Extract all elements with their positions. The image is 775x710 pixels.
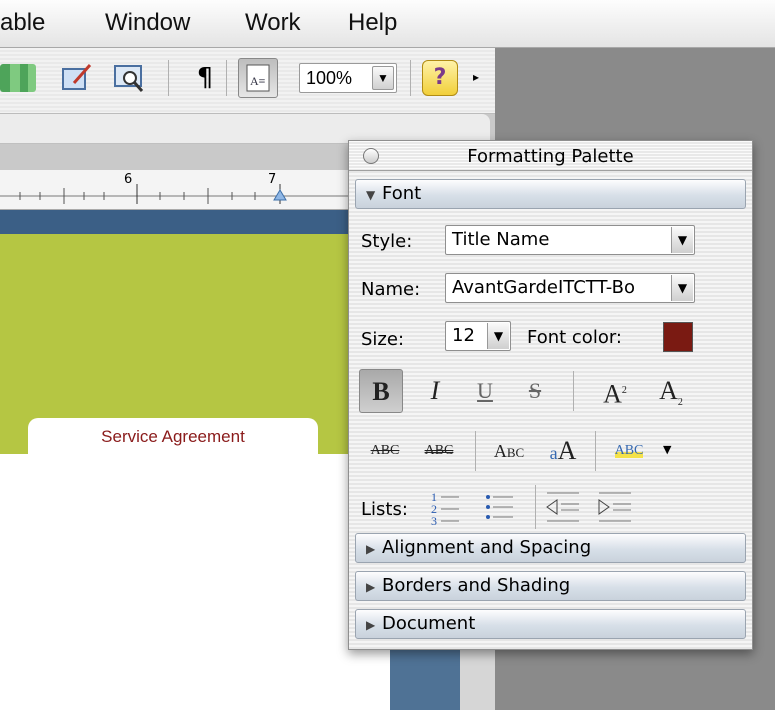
toolbar-separator xyxy=(410,60,411,96)
style-select[interactable]: Title Name ▼ xyxy=(445,225,695,255)
decrease-indent-glyph xyxy=(546,492,579,522)
chevron-down-icon[interactable]: ▼ xyxy=(671,227,693,253)
toolbar-separator xyxy=(168,60,169,96)
strikethrough-button[interactable]: S xyxy=(513,369,557,413)
increase-indent-icon[interactable] xyxy=(595,487,635,527)
superscript-button[interactable]: A2 xyxy=(593,369,637,413)
alignment-section-header[interactable]: ▶ Alignment and Spacing xyxy=(355,533,746,563)
bulleted-list-icon[interactable] xyxy=(483,487,523,527)
ruler-mark-6: 6 xyxy=(124,172,133,187)
horizontal-ruler[interactable]: 6 7 xyxy=(0,170,350,210)
borders-section-header[interactable]: ▶ Borders and Shading xyxy=(355,571,746,601)
zoom-select[interactable]: 100% ▼ xyxy=(299,63,397,93)
numbered-list-glyph: 123 xyxy=(431,490,459,528)
svg-text:A≡: A≡ xyxy=(250,74,266,88)
font-section-header[interactable]: ▼ Font xyxy=(355,179,746,209)
document-title-tab: Service Agreement xyxy=(28,418,318,458)
triangle-right-icon: ▶ xyxy=(366,618,376,632)
menu-window[interactable]: Window xyxy=(105,9,190,37)
chevron-down-icon[interactable]: ▼ xyxy=(487,323,509,349)
size-label: Size: xyxy=(361,329,405,350)
document-section-header[interactable]: ▶ Document xyxy=(355,609,746,639)
font-size-select[interactable]: 12 ▼ xyxy=(445,321,511,351)
font-name-value: AvantGardeITCTT-Bo xyxy=(452,277,636,298)
formatting-palette: Formatting Palette ▼ Font Style: Title Na… xyxy=(348,140,753,650)
change-case-button[interactable]: aA xyxy=(537,429,589,473)
menu-table[interactable]: able xyxy=(0,9,45,37)
toolbar-overflow-icon[interactable]: ▸ xyxy=(473,70,479,84)
lists-label: Lists: xyxy=(361,499,408,520)
underline-button[interactable]: U xyxy=(463,369,507,413)
svg-text:3: 3 xyxy=(431,514,437,527)
drawing-icon[interactable] xyxy=(60,61,94,95)
font-name-select[interactable]: AvantGardeITCTT-Bo ▼ xyxy=(445,273,695,303)
menu-help[interactable]: Help xyxy=(348,9,397,37)
triangle-down-icon: ▼ xyxy=(366,188,376,202)
help-icon[interactable]: ? xyxy=(422,60,458,96)
toolbox-button[interactable]: A≡ xyxy=(238,58,278,98)
style-value: Title Name xyxy=(452,229,550,250)
decrease-indent-icon[interactable] xyxy=(543,487,583,527)
name-label: Name: xyxy=(361,279,421,300)
document-section-label: Document xyxy=(382,613,476,634)
page-header-band xyxy=(0,210,350,234)
font-section-label: Font xyxy=(382,183,422,204)
strikethrough-caps-button[interactable]: ABC xyxy=(413,429,465,473)
ruler-ticks xyxy=(0,184,350,204)
bulleted-list-glyph xyxy=(486,495,513,519)
palette-title: Formatting Palette xyxy=(467,146,634,167)
zoom-value: 100% xyxy=(306,68,353,88)
italic-button[interactable]: I xyxy=(413,369,457,413)
palette-title-bar[interactable]: Formatting Palette xyxy=(349,141,752,171)
numbered-list-icon[interactable]: 123 xyxy=(429,487,469,528)
show-formatting-button[interactable]: ¶ xyxy=(188,61,222,95)
print-preview-icon[interactable] xyxy=(112,61,146,95)
font-size-value: 12 xyxy=(452,325,475,346)
borders-section-label: Borders and Shading xyxy=(382,575,571,596)
menu-work[interactable]: Work xyxy=(245,9,301,37)
bold-button[interactable]: B xyxy=(359,369,403,413)
font-color-label: Font color: xyxy=(527,327,622,348)
ruler-mark-7: 7 xyxy=(268,172,277,187)
subscript-button[interactable]: A2 xyxy=(649,369,693,413)
triangle-right-icon: ▶ xyxy=(366,542,376,556)
separator xyxy=(573,371,574,411)
drawing-icon-glyph xyxy=(62,64,92,90)
page-body[interactable] xyxy=(0,454,390,710)
highlight-dropdown-icon[interactable]: ▼ xyxy=(663,443,671,456)
toolbar-separator xyxy=(226,60,227,96)
style-label: Style: xyxy=(361,231,413,252)
increase-indent-glyph xyxy=(598,492,631,522)
chevron-down-icon[interactable]: ▼ xyxy=(671,275,693,301)
separator xyxy=(595,431,596,471)
print-preview-glyph xyxy=(114,65,144,92)
table-icon[interactable] xyxy=(0,64,36,92)
toolbox-icon: A≡ xyxy=(246,64,270,92)
chevron-down-icon[interactable]: ▼ xyxy=(372,66,394,90)
font-color-swatch[interactable] xyxy=(663,322,693,352)
small-caps-button[interactable]: ABC xyxy=(483,429,535,473)
standard-toolbar: ¶ A≡ 100% ▼ ? ▸ xyxy=(0,48,495,114)
highlight-button[interactable]: ABC xyxy=(603,429,655,473)
menu-bar: able Window Work Help xyxy=(0,0,775,48)
double-strikethrough-button[interactable]: ABC xyxy=(359,429,411,473)
separator xyxy=(475,431,476,471)
triangle-right-icon: ▶ xyxy=(366,580,376,594)
separator xyxy=(535,485,536,529)
alignment-section-label: Alignment and Spacing xyxy=(382,537,592,558)
